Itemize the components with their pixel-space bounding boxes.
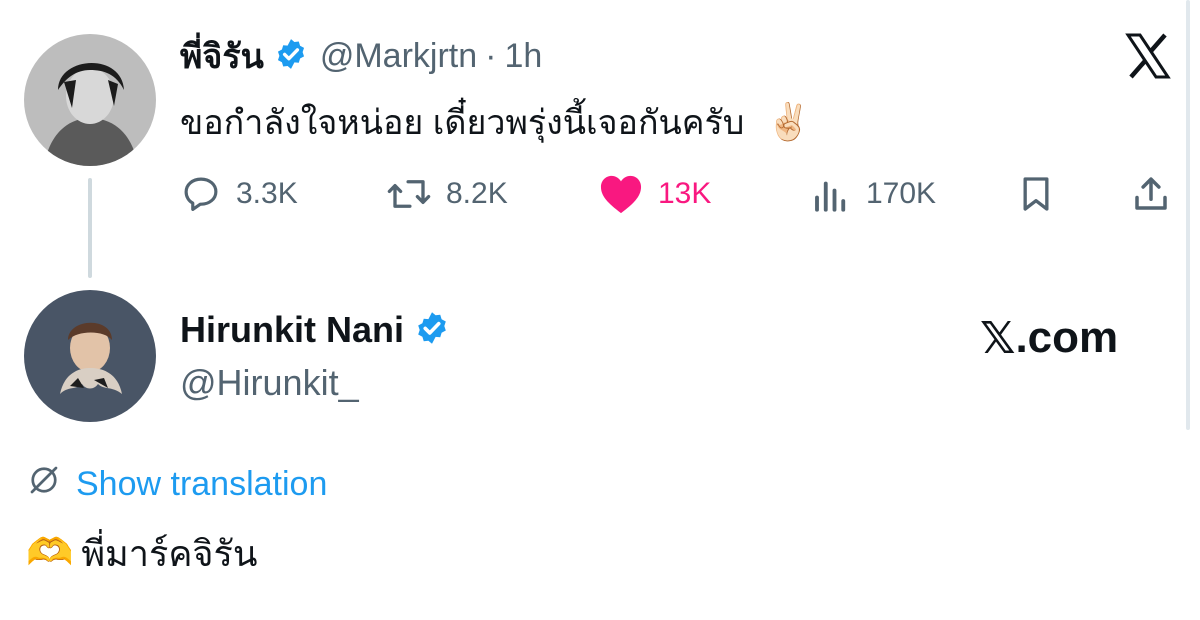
reply-text: 🫶 พี่มาร์คจิรัน <box>26 524 257 582</box>
show-translation-link[interactable]: Show translation <box>26 460 327 508</box>
bookmark-button[interactable] <box>1016 166 1056 222</box>
verified-badge-icon <box>414 310 450 351</box>
x-com-branding: 𝕏 .com <box>980 310 1118 366</box>
x-logo-icon[interactable] <box>1124 32 1172 80</box>
globe-slash-icon <box>26 462 62 507</box>
thread-connector-line <box>88 178 92 278</box>
avatar-markjrtn[interactable] <box>24 34 156 166</box>
tweet-text: ขอกำลังใจหน่อย เดี๋ยวพรุ่งนี้เจอกันครับ … <box>180 94 811 150</box>
tweet-time[interactable]: 1h <box>504 37 542 76</box>
reply-icon <box>180 173 222 215</box>
tweet-text-content: ขอกำลังใจหน่อย เดี๋ยวพรุ่งนี้เจอกันครับ <box>180 104 745 142</box>
retweet-button[interactable]: 8.2K <box>386 166 508 222</box>
reply-count: 3.3K <box>236 177 298 210</box>
reply-header: Hirunkit Nani <box>180 306 450 354</box>
bookmark-icon <box>1016 173 1056 215</box>
share-icon <box>1130 173 1172 215</box>
like-button[interactable]: 13K <box>598 166 711 222</box>
scroll-indicator <box>1186 0 1190 430</box>
like-count: 13K <box>658 177 712 210</box>
tweet-actions-bar: 3.3K 8.2K 13K 170K <box>180 166 1172 222</box>
author-name[interactable]: พี่จิรัน <box>180 29 264 83</box>
show-translation-label: Show translation <box>76 464 328 503</box>
reply-author-handle[interactable]: @Hirunkit_ <box>180 362 359 410</box>
views-count: 170K <box>866 177 937 210</box>
verified-badge-icon <box>274 37 308 76</box>
retweet-count: 8.2K <box>446 177 508 210</box>
heart-hands-emoji: 🫶 <box>26 532 74 574</box>
views-button[interactable]: 170K <box>810 166 936 222</box>
avatar-hirunkit[interactable] <box>24 290 156 422</box>
like-heart-icon <box>598 173 644 215</box>
x-com-text: .com <box>1015 313 1119 362</box>
tweet-header: พี่จิรัน @Markjrtn · 1h <box>180 34 542 78</box>
x-logo-glyph: 𝕏 <box>980 313 1016 363</box>
separator-dot: · <box>485 36 497 75</box>
reply-text-content: พี่มาร์คจิรัน <box>81 532 258 574</box>
author-handle[interactable]: @Markjrtn <box>320 37 477 76</box>
views-icon <box>810 173 852 215</box>
victory-hand-emoji: ✌🏻 <box>766 101 812 142</box>
share-button[interactable] <box>1130 166 1172 222</box>
reply-author-name[interactable]: Hirunkit Nani <box>180 309 404 351</box>
retweet-icon <box>386 173 432 215</box>
reply-button[interactable]: 3.3K <box>180 166 298 222</box>
